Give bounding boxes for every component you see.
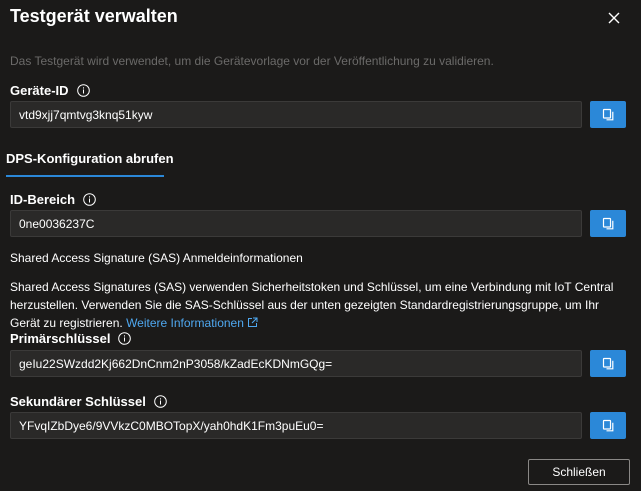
id-scope-label-row: ID-Bereich xyxy=(10,192,96,207)
copy-id-scope-button[interactable] xyxy=(590,210,626,237)
id-scope-field[interactable]: 0ne0036237C xyxy=(10,210,582,237)
device-id-label-row: Geräte-ID xyxy=(10,83,90,98)
device-id-field[interactable]: vtd9xjj7qmtvg3knq51kyw xyxy=(10,101,582,128)
copy-icon xyxy=(602,108,613,120)
tab-active-indicator xyxy=(6,175,164,177)
external-link-icon xyxy=(247,317,258,327)
copy-icon xyxy=(602,419,613,431)
sas-description-block: Shared Access Signatures (SAS) verwenden… xyxy=(10,278,628,332)
copy-secondary-key-button[interactable] xyxy=(590,412,626,439)
dialog-subtitle: Das Testgerät wird verwendet, um die Ger… xyxy=(10,54,494,68)
copy-icon xyxy=(602,217,613,229)
learn-more-link[interactable]: Weitere Informationen xyxy=(126,316,258,330)
device-id-label: Geräte-ID xyxy=(10,83,69,98)
primary-key-label: Primärschlüssel xyxy=(10,331,111,346)
copy-primary-key-button[interactable] xyxy=(590,350,626,377)
secondary-key-label: Sekundärer Schlüssel xyxy=(10,394,146,409)
primary-key-field[interactable]: geIu22SWzdd2Kj662DnCnm2nP3058/kZadEcKDNm… xyxy=(10,350,582,377)
manage-test-device-dialog: Testgerät verwalten Das Testgerät wird v… xyxy=(0,0,641,491)
id-scope-label: ID-Bereich xyxy=(10,192,76,207)
sas-heading: Shared Access Signature (SAS) Anmeldeinf… xyxy=(10,251,303,265)
close-button[interactable] xyxy=(604,8,624,28)
info-icon[interactable] xyxy=(83,193,96,206)
primary-key-label-row: Primärschlüssel xyxy=(10,331,132,346)
close-dialog-button[interactable]: Schließen xyxy=(528,459,630,485)
copy-device-id-button[interactable] xyxy=(590,101,626,128)
learn-more-link-text: Weitere Informationen xyxy=(126,316,244,330)
dialog-title: Testgerät verwalten xyxy=(10,6,178,26)
secondary-key-label-row: Sekundärer Schlüssel xyxy=(10,394,167,409)
info-icon[interactable] xyxy=(154,395,167,408)
secondary-key-field[interactable]: YFvqIZbDye6/9VVkzC0MBOTopX/yah0hdK1Fm3pu… xyxy=(10,412,582,439)
close-icon xyxy=(608,12,620,24)
tab-dps-configuration[interactable]: DPS-Konfiguration abrufen xyxy=(6,151,174,166)
copy-icon xyxy=(602,357,613,369)
sas-description: Shared Access Signatures (SAS) verwenden… xyxy=(10,280,614,330)
info-icon[interactable] xyxy=(76,84,90,97)
info-icon[interactable] xyxy=(118,332,132,345)
